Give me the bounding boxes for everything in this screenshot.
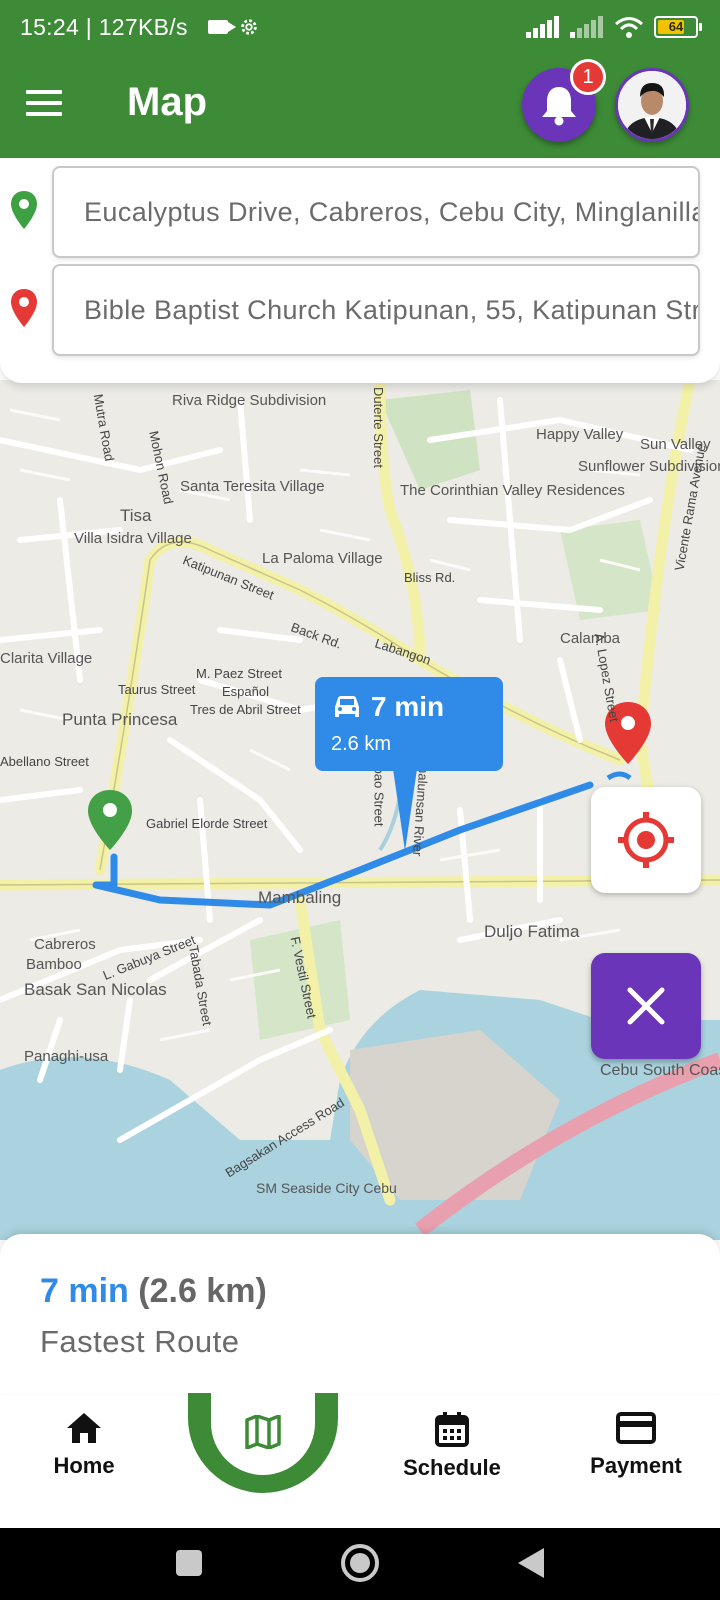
nav-payment[interactable]: Payment xyxy=(566,1411,706,1479)
street-label: Abellano Street xyxy=(0,754,89,769)
map-label: Bamboo xyxy=(26,956,82,973)
map-label: Clarita Village xyxy=(0,650,93,667)
battery-icon: 64 xyxy=(654,16,702,38)
destination-pin-icon xyxy=(11,289,37,327)
recent-apps-button[interactable] xyxy=(176,1550,202,1576)
map-label: Cebu South Coastal Road xyxy=(600,1062,720,1079)
car-icon xyxy=(335,696,359,717)
status-bar: 15:24 | 127KB/s 64 xyxy=(0,0,720,56)
origin-pin-icon xyxy=(11,191,37,229)
map-label: Calamba xyxy=(560,630,621,647)
signal-weak-icon xyxy=(570,16,603,38)
nav-home-label: Home xyxy=(53,1453,115,1478)
clear-route-button[interactable] xyxy=(591,953,701,1059)
map-icon xyxy=(245,1415,281,1449)
summary-distance: (2.6 km) xyxy=(138,1272,267,1310)
avatar[interactable] xyxy=(615,68,689,142)
nav-schedule[interactable]: Schedule xyxy=(382,1411,522,1481)
street-label: Español xyxy=(222,684,269,699)
map-label: Happy Valley xyxy=(536,426,624,443)
route-time: 7 min xyxy=(371,691,445,722)
wifi-icon xyxy=(615,17,643,38)
map-label: Riva Ridge Subdivision xyxy=(172,392,327,409)
route-summary: 7 min (2.6 km) xyxy=(40,1272,267,1311)
street-label: Gabriel Elorde Street xyxy=(146,816,268,831)
system-navigation-bar xyxy=(0,1528,720,1600)
map-label: Panaghi-usa xyxy=(24,1048,109,1065)
street-label: Duterte Street xyxy=(370,387,386,468)
street-label: Tres de Abril Street xyxy=(190,702,301,717)
my-location-button[interactable] xyxy=(591,787,701,893)
menu-icon xyxy=(26,90,62,94)
destination-input[interactable] xyxy=(52,264,700,356)
origin-input[interactable] xyxy=(52,166,700,258)
home-icon xyxy=(67,1413,101,1443)
credit-card-icon xyxy=(616,1412,656,1444)
bottom-navigation: Home Schedule Payment xyxy=(0,1393,720,1527)
profile-photo xyxy=(618,71,686,139)
nav-payment-label: Payment xyxy=(590,1453,682,1478)
close-icon xyxy=(627,987,665,1025)
summary-time: 7 min xyxy=(40,1272,129,1310)
signal-icon xyxy=(526,16,559,38)
map-label: Punta Princesa xyxy=(62,710,178,729)
map-label: Tisa xyxy=(120,506,152,525)
map-label: Duljo Fatima xyxy=(484,922,580,941)
street-label: Taurus Street xyxy=(118,682,196,697)
crosshair-icon xyxy=(618,812,674,868)
home-system-button[interactable] xyxy=(341,1544,379,1582)
map-label: Cabreros xyxy=(34,936,96,953)
nav-schedule-label: Schedule xyxy=(403,1455,501,1480)
video-camera-icon xyxy=(208,20,236,34)
page-title: Map xyxy=(127,80,207,124)
route-distance: 2.6 km xyxy=(331,733,392,755)
menu-button[interactable] xyxy=(26,90,62,118)
map-view[interactable]: Riva Ridge Subdivision Santa Teresita Vi… xyxy=(0,380,720,1240)
street-label: Bliss Rd. xyxy=(404,570,456,585)
back-button[interactable] xyxy=(518,1548,544,1578)
notification-badge: 1 xyxy=(570,59,606,95)
map-label: SM Seaside City Cebu xyxy=(256,1180,397,1196)
battery-level: 64 xyxy=(668,19,684,34)
route-input-panel xyxy=(0,158,720,383)
map-label: Mambaling xyxy=(258,888,342,907)
map-label: Santa Teresita Village xyxy=(180,478,325,495)
route-type: Fastest Route xyxy=(40,1324,240,1359)
status-time: 15:24 | 127KB/s xyxy=(20,14,188,40)
gear-icon xyxy=(241,19,257,35)
route-info-bubble[interactable]: 7 min 2.6 km xyxy=(315,677,503,851)
nav-home[interactable]: Home xyxy=(14,1411,154,1479)
map-label: Basak San Nicolas xyxy=(24,980,167,999)
map-label: La Paloma Village xyxy=(262,550,383,567)
map-label: The Corinthian Valley Residences xyxy=(400,482,625,499)
calendar-icon xyxy=(435,1412,469,1447)
route-summary-sheet: 7 min (2.6 km) Fastest Route xyxy=(0,1234,720,1394)
map-label: Villa Isidra Village xyxy=(74,530,192,547)
bell-icon xyxy=(542,87,576,126)
street-label: M. Paez Street xyxy=(196,666,282,681)
